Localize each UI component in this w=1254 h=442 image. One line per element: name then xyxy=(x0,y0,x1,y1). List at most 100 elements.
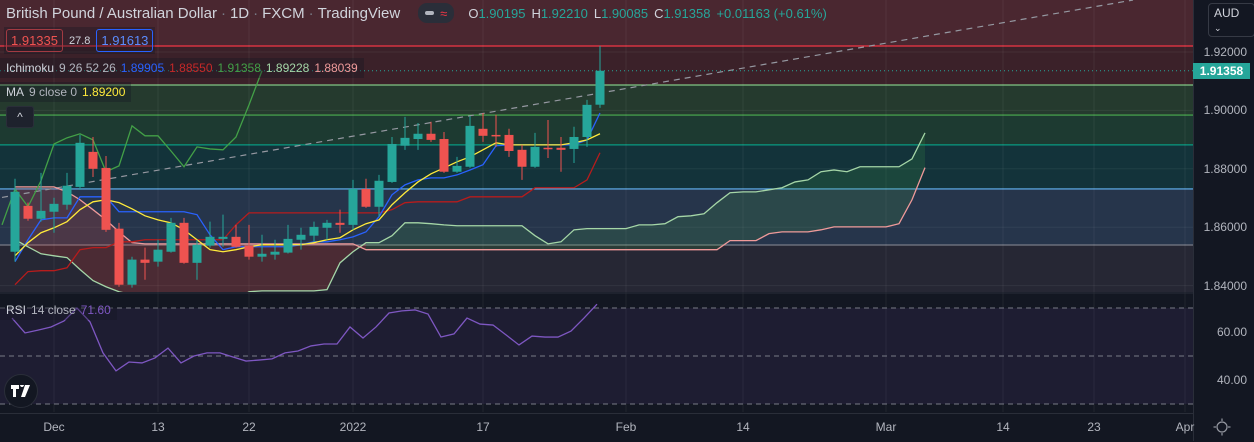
cloud-segment xyxy=(613,228,626,250)
candle-body xyxy=(569,136,579,149)
candle-body xyxy=(452,165,462,172)
current-price-tag: 1.91358 xyxy=(1193,63,1250,79)
cloud-segment xyxy=(223,243,236,292)
high-label: H xyxy=(531,5,541,21)
time-tick-label: 2022 xyxy=(339,420,367,434)
candle-body xyxy=(543,147,553,150)
legend-params: 14 close xyxy=(31,303,76,317)
exchange: FXCM xyxy=(262,4,305,22)
ma-value: 1.89200 xyxy=(82,85,126,99)
price-tick-label: 1.86000 xyxy=(1203,220,1247,235)
cloud-segment xyxy=(808,171,821,232)
low-label: L xyxy=(593,5,602,21)
collapse-legend-button[interactable]: ^ xyxy=(6,106,34,128)
change-value: +0.01163 (+0.61%) xyxy=(716,5,827,21)
candle-body xyxy=(322,222,332,228)
cloud-segment xyxy=(639,224,652,250)
chikou-value: 1.91358 xyxy=(217,61,261,75)
cloud-segment xyxy=(210,243,223,292)
tradingview-logo[interactable] xyxy=(4,374,38,408)
chevron-up-icon: ^ xyxy=(17,110,23,124)
legend-params: 9 close 0 xyxy=(29,85,78,99)
candle-body xyxy=(270,251,280,255)
cloud-segment xyxy=(652,223,665,250)
candle-body xyxy=(517,149,527,167)
cloud-segment xyxy=(834,169,847,227)
open-value: 1.90195 xyxy=(478,5,526,21)
candle-body xyxy=(426,133,436,140)
candle-body xyxy=(361,188,371,207)
cloud-segment xyxy=(405,222,418,250)
candle-body xyxy=(491,134,501,137)
currency-label: AUD xyxy=(1214,6,1240,20)
ichimoku-legend[interactable]: Ichimoku 9 26 52 26 1.89905 1.88550 1.91… xyxy=(0,58,364,78)
cloud-segment xyxy=(756,189,769,241)
candle-body xyxy=(192,244,202,263)
price-tick-label: 1.92000 xyxy=(1203,45,1247,59)
time-tick-label: Apr xyxy=(1175,420,1195,434)
price-tick-label: 1.84000 xyxy=(1203,278,1247,293)
time-tick-label: Mar xyxy=(875,420,897,434)
interval[interactable]: 1D xyxy=(230,5,249,22)
time-tick-label: 14 xyxy=(996,420,1010,434)
symbol-title[interactable]: British Pound / Australian Dollar xyxy=(6,5,217,22)
legend-name: RSI xyxy=(6,303,27,317)
candle-body xyxy=(205,236,215,246)
cloud-segment xyxy=(28,186,41,254)
buy-button[interactable]: 1.91613 xyxy=(96,29,154,52)
candle-body xyxy=(23,205,33,219)
cloud-segment xyxy=(600,228,613,250)
candle-body xyxy=(439,139,449,172)
sell-button[interactable]: 1.91335 xyxy=(6,29,63,52)
candle-body xyxy=(75,142,85,187)
low-value: 1.90085 xyxy=(601,5,649,21)
candle-body xyxy=(257,253,267,257)
candle-body xyxy=(10,191,20,252)
cloud-segment xyxy=(457,225,470,250)
cloud-segment xyxy=(743,191,756,241)
cloud-segment xyxy=(444,224,457,250)
ma-legend[interactable]: MA 9 close 0 1.89200 xyxy=(0,82,132,102)
cloud-segment xyxy=(509,225,522,250)
candle-body xyxy=(101,167,111,230)
kijun-value: 1.88550 xyxy=(169,61,213,75)
price-tick-label: 1.88000 xyxy=(1203,161,1247,176)
minus-icon xyxy=(425,11,435,15)
cloud-segment xyxy=(769,187,782,234)
candle-body xyxy=(153,249,163,262)
cloud-segment xyxy=(860,166,873,227)
candle-body xyxy=(231,236,241,247)
cloud-segment xyxy=(314,243,327,291)
cloud-segment xyxy=(496,225,509,250)
market-status-pill[interactable]: ≈ xyxy=(418,3,455,23)
currency-selector[interactable]: AUD ⌄ xyxy=(1208,3,1254,37)
cloud-segment xyxy=(80,199,93,281)
candle-body xyxy=(62,185,72,205)
close-value: 1.91358 xyxy=(663,5,711,21)
rsi-tick-label: 40.00 xyxy=(1216,373,1247,387)
candle-body xyxy=(413,133,423,140)
rsi-legend[interactable]: RSI 14 close 71.60 xyxy=(0,300,117,320)
rsi-value: 71.60 xyxy=(80,303,111,317)
time-tick-label: 17 xyxy=(476,420,490,434)
candle-body xyxy=(400,137,410,146)
tenkan-value: 1.89905 xyxy=(120,61,165,75)
candle-body xyxy=(179,222,189,263)
cloud-segment xyxy=(262,243,275,291)
wave-icon: ≈ xyxy=(440,5,448,21)
time-tick-label: 22 xyxy=(242,420,256,434)
candle-body xyxy=(530,146,540,167)
cloud-segment xyxy=(483,225,496,250)
candle-body xyxy=(595,70,605,105)
cloud-segment xyxy=(730,191,743,241)
chart-header: British Pound / Australian Dollar · 1D ·… xyxy=(6,3,827,23)
cloud-segment xyxy=(418,222,431,250)
settings-gear-icon[interactable] xyxy=(1213,418,1231,436)
cloud-segment xyxy=(366,242,379,250)
candle-body xyxy=(309,226,319,236)
time-axis[interactable] xyxy=(0,413,1193,442)
candle-body xyxy=(36,210,46,219)
legend-name: Ichimoku xyxy=(6,61,55,75)
candle-body xyxy=(465,125,475,167)
separator: · xyxy=(308,4,314,22)
